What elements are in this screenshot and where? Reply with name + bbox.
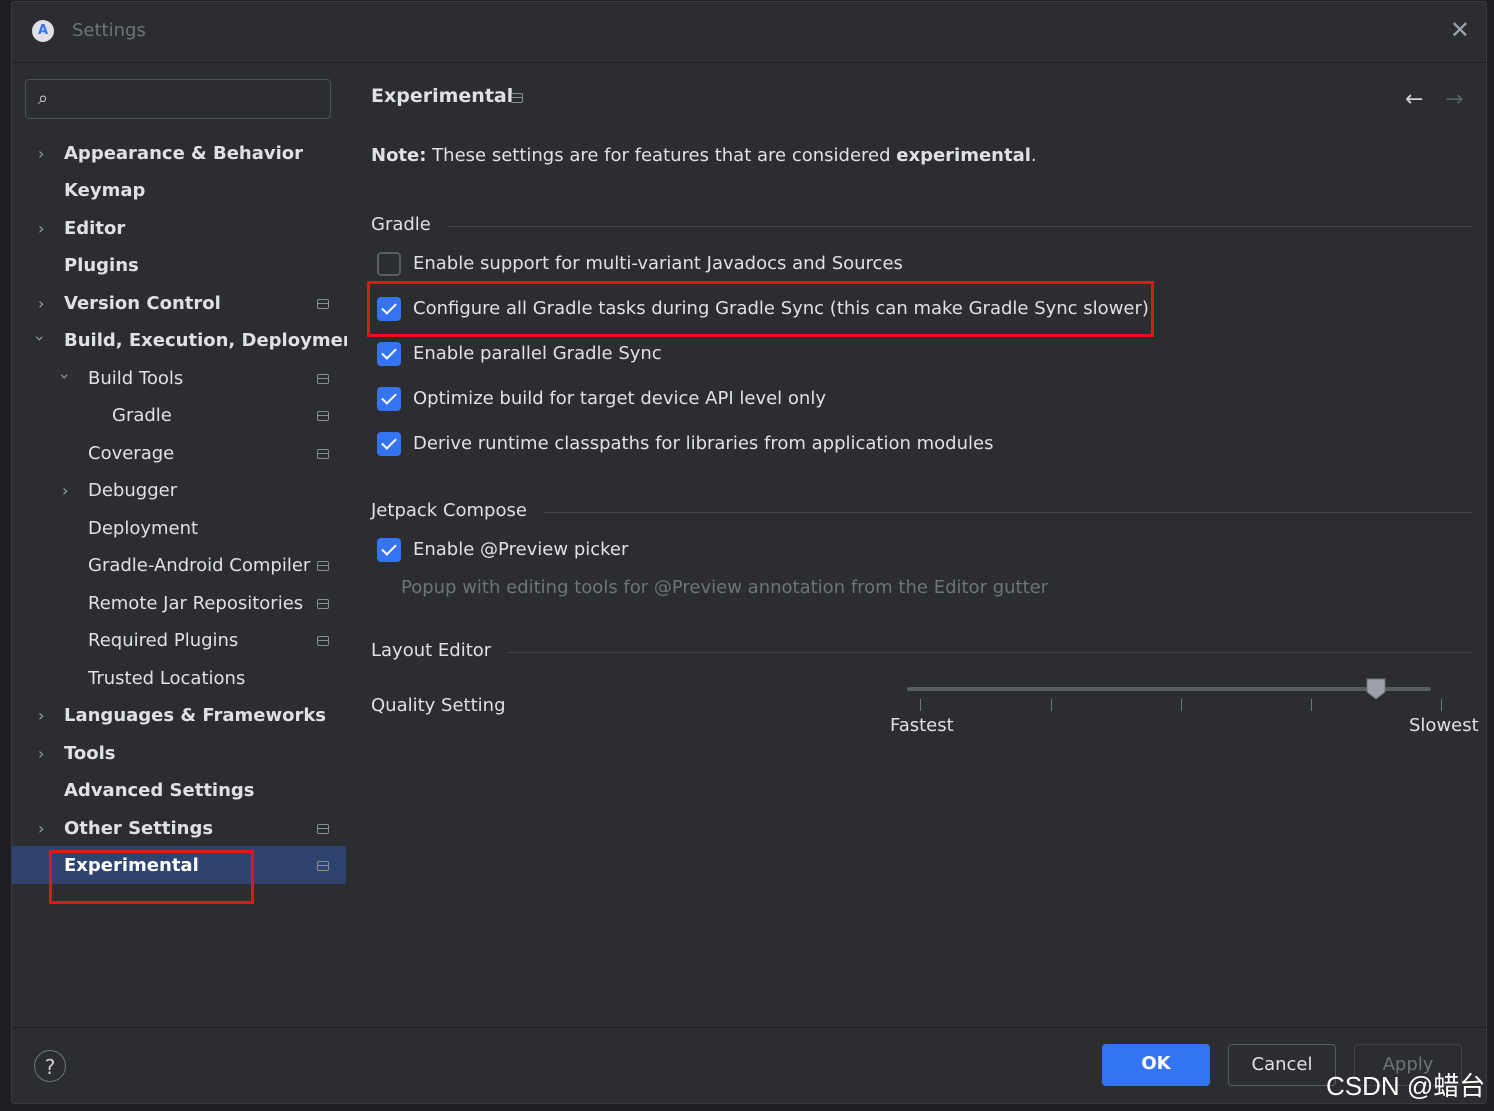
layout-editor-section-heading: Layout Editor: [371, 640, 492, 661]
window-title: Settings: [72, 20, 146, 41]
settings-dialog: A Settings ✕ ⌕ › Appearance & Behavior K…: [11, 1, 1487, 1104]
chevron-right-icon[interactable]: ›: [38, 819, 44, 838]
slider-tick: [1181, 699, 1182, 711]
forward-arrow-icon[interactable]: →: [1445, 87, 1463, 112]
chevron-down-icon[interactable]: ›: [56, 373, 75, 379]
page-title: Experimental: [371, 85, 514, 107]
chevron-right-icon[interactable]: ›: [38, 294, 44, 313]
note-bold: experimental: [896, 145, 1031, 166]
sidebar-item-trusted-locations[interactable]: Trusted Locations: [88, 661, 245, 697]
project-level-icon: [317, 599, 329, 609]
project-level-icon: [317, 299, 329, 309]
sidebar-item-deployment[interactable]: Deployment: [88, 511, 198, 547]
dialog-footer: ? OK Cancel Apply: [12, 1027, 1486, 1103]
highlight-box-experimental: [49, 850, 254, 904]
slider-min-label: Fastest: [890, 715, 954, 736]
quality-slider-thumb[interactable]: [1365, 677, 1387, 701]
ok-button[interactable]: OK: [1102, 1044, 1210, 1086]
settings-content: Experimental ← → Note: These settings ar…: [347, 63, 1486, 1027]
checkbox-unchecked[interactable]: [377, 252, 401, 276]
section-divider: [447, 226, 1473, 227]
sidebar-item-advanced-settings[interactable]: Advanced Settings: [64, 773, 255, 809]
project-level-icon: [317, 561, 329, 571]
sidebar-item-plugins[interactable]: Plugins: [64, 248, 139, 284]
slider-tick: [1311, 699, 1312, 711]
section-divider: [507, 652, 1473, 653]
experimental-note: Note: These settings are for features th…: [371, 145, 1037, 166]
search-icon: ⌕: [38, 88, 49, 109]
sidebar-item-remote-jar-repositories[interactable]: Remote Jar Repositories: [88, 586, 303, 622]
section-divider: [543, 512, 1473, 513]
sidebar-item-keymap[interactable]: Keymap: [64, 173, 145, 209]
sidebar-item-build-execution[interactable]: Build, Execution, Deployment: [64, 323, 364, 359]
checkbox-checked[interactable]: [377, 538, 401, 562]
sidebar-item-appearance[interactable]: Appearance & Behavior: [64, 136, 303, 172]
project-level-icon: [317, 824, 329, 834]
project-level-icon: [511, 93, 523, 103]
title-bar: A Settings ✕: [12, 2, 1486, 63]
slider-tick: [1441, 699, 1442, 711]
project-level-icon: [317, 449, 329, 459]
sidebar-item-gradle-android-compiler[interactable]: Gradle-Android Compiler: [88, 548, 310, 584]
settings-sidebar: ⌕ › Appearance & Behavior Keymap › Edito…: [12, 63, 364, 1027]
project-level-icon: [317, 636, 329, 646]
close-icon[interactable]: ✕: [1450, 16, 1470, 44]
project-level-icon: [317, 411, 329, 421]
slider-tick: [1051, 699, 1052, 711]
option-label: Enable parallel Gradle Sync: [413, 343, 662, 364]
chevron-right-icon[interactable]: ›: [38, 744, 44, 763]
sidebar-item-debugger[interactable]: Debugger: [88, 473, 177, 509]
sidebar-item-version-control[interactable]: Version Control: [64, 286, 221, 322]
sidebar-item-coverage[interactable]: Coverage: [88, 436, 174, 472]
checkbox-checked[interactable]: [377, 387, 401, 411]
note-prefix: Note:: [371, 145, 427, 166]
option-label: Enable @Preview picker: [413, 539, 629, 560]
chevron-right-icon[interactable]: ›: [62, 481, 68, 500]
slider-tick: [920, 699, 921, 711]
cancel-button[interactable]: Cancel: [1228, 1044, 1336, 1086]
quality-setting-label: Quality Setting: [371, 695, 506, 716]
preview-picker-hint: Popup with editing tools for @Preview an…: [401, 577, 1049, 598]
android-studio-logo-icon: A: [32, 20, 54, 42]
chevron-right-icon[interactable]: ›: [38, 219, 44, 238]
search-input[interactable]: ⌕: [25, 79, 331, 119]
option-label: Derive runtime classpaths for libraries …: [413, 433, 994, 454]
sidebar-item-editor[interactable]: Editor: [64, 211, 125, 247]
sidebar-item-tools[interactable]: Tools: [64, 736, 116, 772]
note-text: These settings are for features that are…: [426, 145, 897, 166]
gradle-section-heading: Gradle: [371, 214, 431, 235]
sidebar-item-required-plugins[interactable]: Required Plugins: [88, 623, 238, 659]
option-label: Enable support for multi-variant Javadoc…: [413, 253, 903, 274]
sidebar-item-gradle[interactable]: Gradle: [112, 398, 172, 434]
project-level-icon: [317, 861, 329, 871]
back-arrow-icon[interactable]: ←: [1405, 87, 1423, 112]
compose-section-heading: Jetpack Compose: [371, 500, 527, 521]
csdn-watermark: CSDN @蜡台: [1326, 1071, 1486, 1101]
option-label: Optimize build for target device API lev…: [413, 388, 826, 409]
sidebar-item-other-settings[interactable]: Other Settings: [64, 811, 213, 847]
quality-slider-track[interactable]: [907, 687, 1431, 691]
checkbox-checked[interactable]: [377, 432, 401, 456]
checkbox-checked[interactable]: [377, 342, 401, 366]
sidebar-item-languages-frameworks[interactable]: Languages & Frameworks: [64, 698, 326, 734]
chevron-right-icon[interactable]: ›: [38, 144, 44, 163]
chevron-right-icon[interactable]: ›: [38, 706, 44, 725]
highlight-box-configure-tasks: [367, 281, 1154, 337]
help-icon[interactable]: ?: [34, 1050, 66, 1082]
slider-max-label: Slowest: [1409, 715, 1479, 736]
sidebar-item-build-tools[interactable]: Build Tools: [88, 361, 183, 397]
note-suffix: .: [1030, 145, 1037, 166]
chevron-down-icon[interactable]: ›: [31, 335, 50, 341]
project-level-icon: [317, 374, 329, 384]
